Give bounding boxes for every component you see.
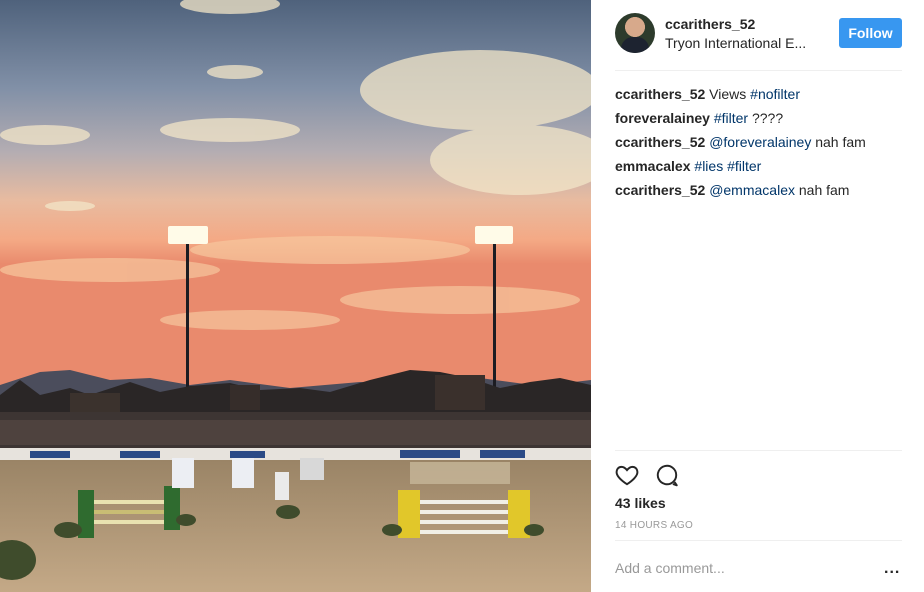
hashtag-link[interactable]: #filter [714, 110, 748, 126]
comment-item: ccarithers_52 @foreveralainey nah fam [615, 134, 902, 150]
comment-bubble-icon[interactable] [654, 462, 680, 488]
mention-link[interactable]: @emmacalex [709, 182, 795, 198]
hashtag-link[interactable]: #filter [727, 158, 761, 174]
mention-link[interactable]: @foreveralainey [709, 134, 811, 150]
avatar[interactable] [615, 13, 655, 53]
divider [615, 450, 902, 451]
post-photo[interactable] [0, 0, 591, 592]
post-header: ccarithers_52 Tryon International E... F… [615, 13, 902, 71]
add-comment-input[interactable] [615, 559, 865, 577]
comment-item: ccarithers_52 Views #nofilter [615, 86, 902, 102]
post-side-panel: ccarithers_52 Tryon International E... F… [591, 0, 924, 592]
post-timestamp[interactable]: 14 HOURS AGO [615, 520, 693, 531]
comment-text: nah fam [811, 134, 866, 150]
avatar-figure [621, 37, 649, 53]
comment-item: foreveralainey #filter ???? [615, 110, 902, 126]
more-options-icon[interactable]: ... [884, 560, 900, 578]
comment-author[interactable]: emmacalex [615, 158, 691, 174]
post-location[interactable]: Tryon International E... [665, 35, 820, 51]
sunset-arena-image [0, 0, 591, 592]
comment-text: Views [705, 86, 751, 102]
comment-text: ???? [748, 110, 784, 126]
follow-button[interactable]: Follow [839, 18, 902, 48]
hashtag-link[interactable]: #lies [694, 158, 723, 174]
post-author-username[interactable]: ccarithers_52 [665, 16, 755, 32]
heart-icon[interactable] [614, 462, 640, 488]
comments-list: ccarithers_52 Views #nofilter foreveralai… [615, 86, 902, 206]
comment-item: emmacalex #lies #filter [615, 158, 902, 174]
comment-author[interactable]: ccarithers_52 [615, 134, 705, 150]
comment-author[interactable]: ccarithers_52 [615, 86, 705, 102]
hashtag-link[interactable]: #nofilter [750, 86, 800, 102]
comment-author[interactable]: foreveralainey [615, 110, 710, 126]
comment-author[interactable]: ccarithers_52 [615, 182, 705, 198]
likes-count[interactable]: 43 likes [615, 495, 666, 511]
divider [615, 540, 902, 541]
comment-item: ccarithers_52 @emmacalex nah fam [615, 182, 902, 198]
comment-text: nah fam [794, 182, 850, 198]
